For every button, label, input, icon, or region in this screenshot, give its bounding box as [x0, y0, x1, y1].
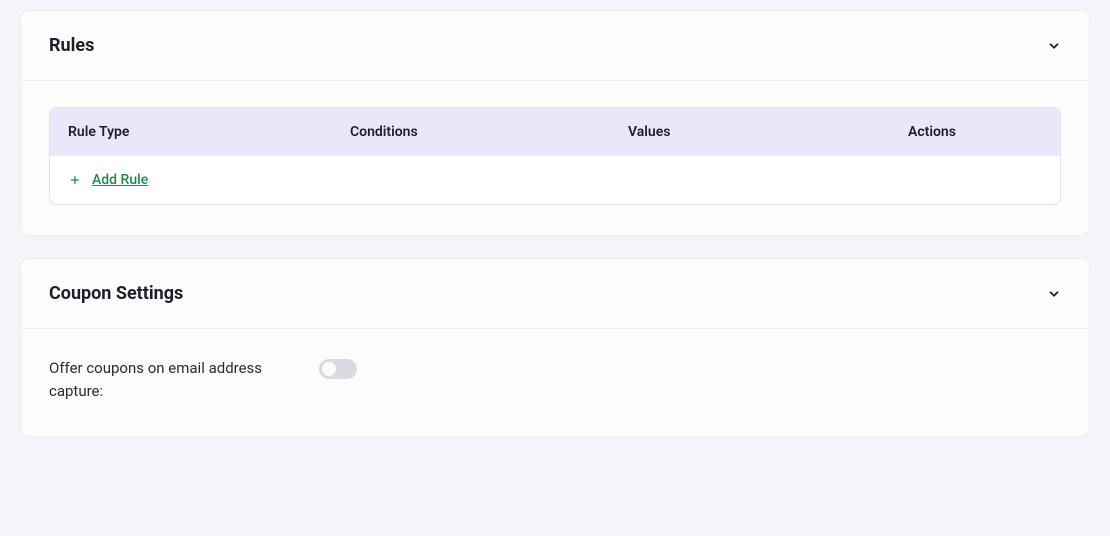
column-conditions: Conditions — [350, 124, 628, 140]
column-values: Values — [628, 124, 908, 140]
rules-panel-header[interactable]: Rules — [21, 11, 1089, 80]
rules-panel-title: Rules — [49, 35, 94, 56]
column-actions: Actions — [908, 124, 1042, 140]
rules-table: Rule Type Conditions Values Actions Add … — [49, 107, 1061, 205]
chevron-down-icon — [1047, 39, 1061, 53]
coupon-settings-panel: Coupon Settings Offer coupons on email a… — [20, 258, 1090, 437]
toggle-wrap — [319, 359, 357, 379]
rules-panel-body: Rule Type Conditions Values Actions Add … — [21, 81, 1089, 235]
toggle-knob — [322, 362, 336, 376]
column-rule-type: Rule Type — [68, 124, 350, 140]
add-rule-row[interactable]: Add Rule — [50, 156, 1060, 204]
chevron-down-icon — [1047, 287, 1061, 301]
rules-panel: Rules Rule Type Conditions Values Action… — [20, 10, 1090, 236]
offer-coupons-toggle[interactable] — [319, 359, 357, 379]
rules-table-header: Rule Type Conditions Values Actions — [50, 108, 1060, 156]
plus-icon — [68, 173, 82, 187]
add-rule-link[interactable]: Add Rule — [92, 172, 148, 188]
coupon-setting-row: Offer coupons on email address capture: — [21, 329, 1089, 436]
coupon-panel-header[interactable]: Coupon Settings — [21, 259, 1089, 328]
offer-coupons-label: Offer coupons on email address capture: — [49, 357, 279, 404]
coupon-panel-title: Coupon Settings — [49, 283, 183, 304]
